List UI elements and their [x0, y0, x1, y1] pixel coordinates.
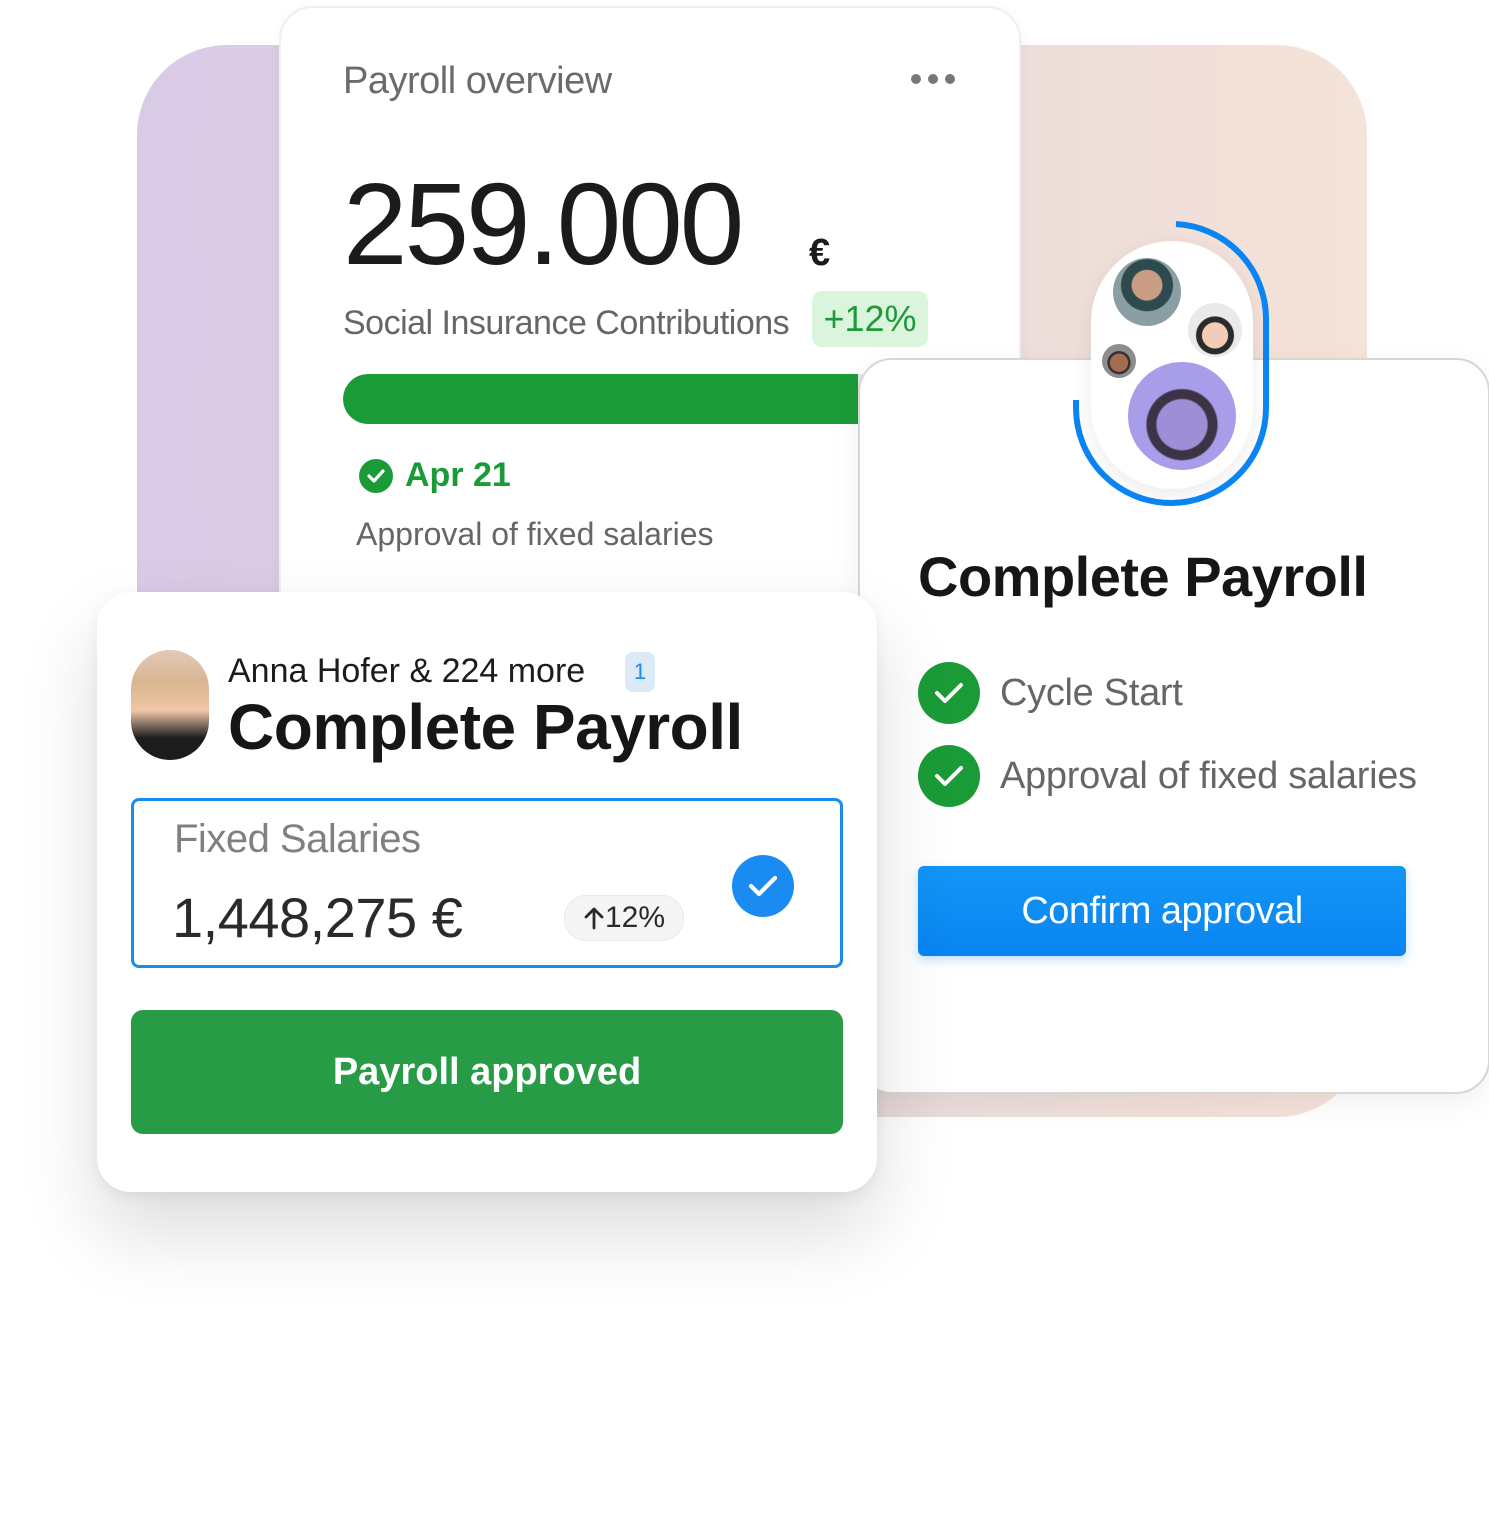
progress-fill — [343, 374, 858, 424]
contribution-amount: 259.000 — [343, 159, 744, 289]
confirm-card-title: Complete Payroll — [918, 545, 1368, 608]
step-label: Approval of fixed salaries — [1000, 754, 1417, 797]
step-item-approval-fixed-salaries: Approval of fixed salaries — [918, 745, 1417, 807]
avatar-woman-purple[interactable] — [1128, 362, 1236, 470]
check-circle-icon — [359, 458, 393, 493]
fixed-salaries-option[interactable]: Fixed Salaries 1,448,275 € 12% — [131, 798, 843, 968]
salary-label: Fixed Salaries — [174, 817, 421, 861]
payroll-approval-card: Anna Hofer & 224 more 1 Complete Payroll… — [97, 592, 877, 1192]
selected-check-icon[interactable] — [732, 855, 794, 917]
milestone-row: Apr 21 — [359, 456, 511, 495]
step-item-cycle-start: Cycle Start — [918, 662, 1183, 724]
metric-label: Social Insurance Contributions — [343, 304, 790, 342]
step-label: Cycle Start — [1000, 671, 1183, 714]
milestone-description: Approval of fixed salaries — [356, 516, 714, 552]
check-circle-icon — [918, 745, 980, 807]
arrow-up-icon — [584, 907, 604, 930]
salary-amount: 1,448,275 € — [172, 886, 463, 949]
metric-change-badge: +12% — [812, 291, 928, 347]
overview-title: Payroll overview — [343, 60, 612, 102]
avatar-man-cap[interactable] — [1113, 258, 1181, 326]
notification-count-badge: 1 — [625, 652, 655, 692]
avatar[interactable] — [131, 650, 209, 760]
confirm-approval-button[interactable]: Confirm approval — [918, 866, 1406, 956]
salary-change-value: 12% — [604, 901, 666, 934]
avatar-woman-bun[interactable] — [1188, 303, 1242, 357]
milestone-date: Apr 21 — [405, 456, 511, 494]
avatar-man-small[interactable] — [1102, 344, 1136, 378]
assignee-label: Anna Hofer & 224 more — [228, 652, 586, 690]
approval-card-title: Complete Payroll — [228, 691, 743, 763]
check-circle-icon — [918, 662, 980, 724]
more-options-icon[interactable] — [911, 72, 955, 86]
currency-symbol: € — [809, 232, 831, 274]
payroll-approved-button[interactable]: Payroll approved — [131, 1010, 843, 1134]
salary-change-badge: 12% — [564, 895, 684, 941]
